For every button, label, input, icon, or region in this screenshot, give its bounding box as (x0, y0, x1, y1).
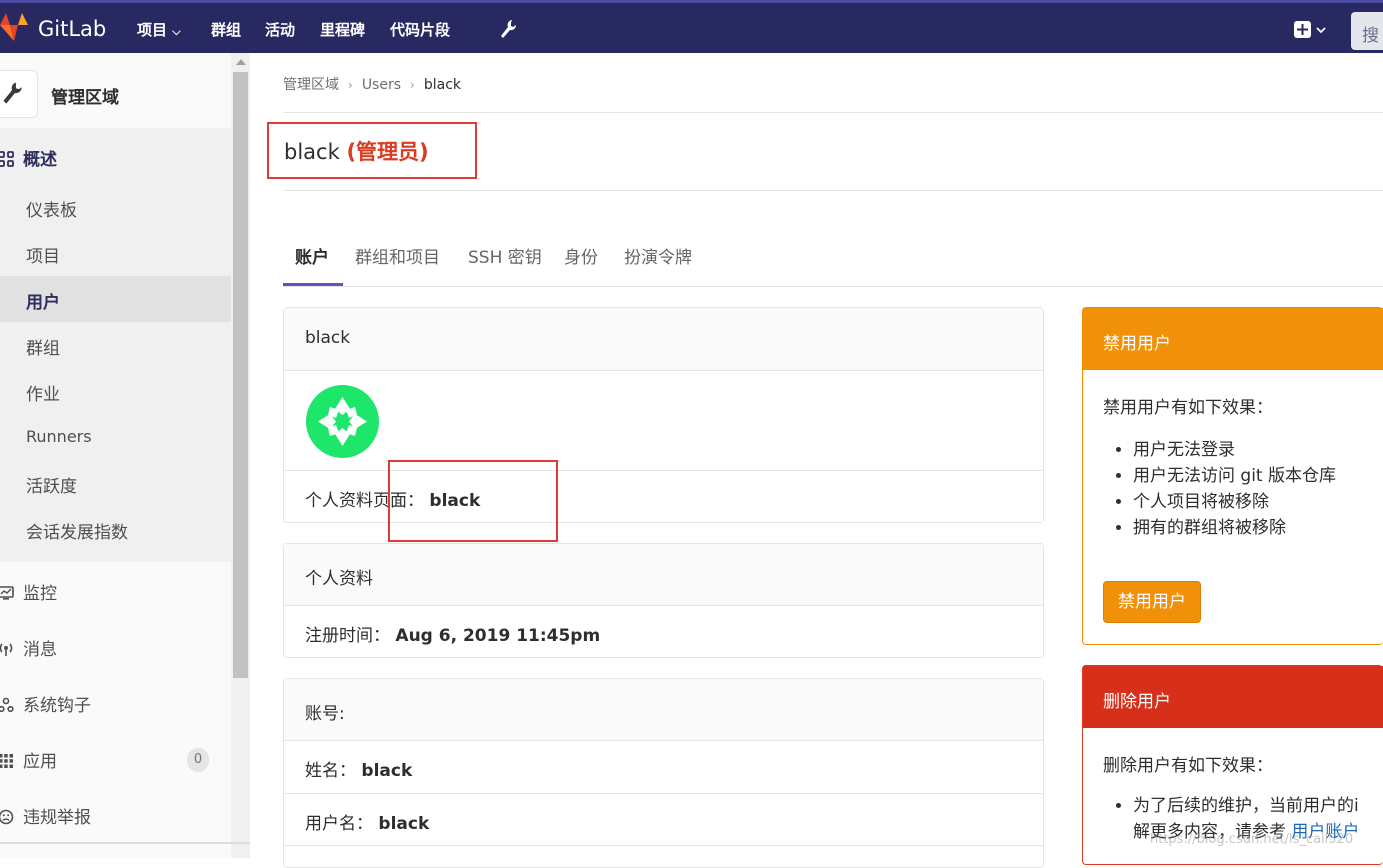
monitoring-label: 监控 (23, 584, 57, 604)
brand-name[interactable]: GitLab (38, 17, 106, 41)
tab-account[interactable]: 账户 (295, 243, 329, 268)
username-label: 用户名： (305, 814, 373, 834)
nav-projects[interactable]: 项目 ⌵ (137, 19, 181, 40)
scroll-up-arrow-icon[interactable] (236, 59, 246, 65)
block-effects-list: 用户无法登录 用户无法访问 git 版本仓库 个人项目将被移除 拥有的群组将被移… (1133, 437, 1383, 541)
sidebar-item-groups[interactable]: 群组 (26, 334, 60, 359)
username-row: 用户名： black (284, 793, 1043, 845)
breadcrumb-admin[interactable]: 管理区域 (283, 77, 339, 93)
chevron-down-icon: ⌵ (172, 25, 181, 38)
top-navbar: GitLab 项目 ⌵ 群组 活动 里程碑 代码片段 搜 (0, 0, 1383, 53)
account-info-header: 账号: (284, 679, 1043, 741)
messages-label: 消息 (23, 640, 57, 660)
gitlab-logo-icon[interactable] (0, 11, 28, 43)
breadcrumb-users[interactable]: Users (362, 77, 401, 93)
sidebar-item-applications[interactable]: 应用 (0, 747, 57, 772)
delete-user-body: 删除用户有如下效果： 为了后续的维护，当前用户的i解更多内容，请参考 用户账户 (1083, 728, 1383, 845)
overview-grid-icon (0, 151, 14, 167)
watermark: https://blog.csdn.net/ls_call520 (1150, 832, 1354, 847)
annotation-box (388, 460, 558, 542)
tab-identities[interactable]: 身份 (564, 243, 598, 268)
sidebar-item-dashboard[interactable]: 仪表板 (26, 196, 77, 221)
block-user-card: 禁用用户 禁用用户有如下效果： 用户无法登录 用户无法访问 git 版本仓库 个… (1082, 307, 1383, 645)
user-tabs: 账户 群组和项目 SSH 密钥 身份 扮演令牌 (283, 240, 1383, 287)
monitor-icon (0, 586, 14, 600)
frown-face-icon (0, 809, 14, 825)
account-info-card: 账号: 姓名： black 用户名： black (283, 678, 1044, 868)
nav-snippets[interactable]: 代码片段 (390, 19, 450, 40)
list-item: 用户无法访问 git 版本仓库 (1133, 463, 1383, 489)
nav-activity[interactable]: 活动 (265, 19, 295, 40)
list-item: 个人项目将被移除 (1133, 489, 1383, 515)
applications-label: 应用 (23, 752, 57, 772)
broadcast-icon (0, 643, 13, 656)
active-tab-indicator (283, 283, 343, 286)
registered-label: 注册时间： (305, 626, 390, 646)
sidebar-item-abuse-reports[interactable]: 违规举报 (0, 803, 91, 828)
sidebar: 管理区域 概述 仪表板 项目 用户 群组 作业 Runners 活跃度 会话发展… (0, 53, 231, 858)
profile-card-header: 个人资料 (284, 544, 1043, 606)
list-item: 用户无法登录 (1133, 437, 1383, 463)
plus-icon[interactable] (1292, 18, 1332, 42)
account-card-header: black (284, 308, 1043, 371)
sidebar-item-overview[interactable]: 概述 (0, 145, 57, 170)
sidebar-item-jobs[interactable]: 作业 (26, 380, 60, 405)
system-hooks-label: 系统钩子 (23, 696, 91, 716)
overview-label: 概述 (23, 150, 57, 170)
delete-user-header: 删除用户 (1083, 666, 1383, 728)
sidebar-title: 管理区域 (51, 88, 119, 108)
block-user-body: 禁用用户有如下效果： 用户无法登录 用户无法访问 git 版本仓库 个人项目将被… (1083, 370, 1383, 541)
block-user-header: 禁用用户 (1083, 308, 1383, 370)
chevron-right-icon: › (410, 78, 415, 92)
name-row: 姓名： black (284, 741, 1043, 793)
list-item: 拥有的群组将被移除 (1133, 515, 1383, 541)
apps-grid-icon (0, 754, 13, 768)
sidebar-item-monitoring[interactable]: 监控 (0, 579, 57, 604)
sidebar-item-messages[interactable]: 消息 (0, 635, 57, 660)
admin-area-icon (0, 70, 38, 118)
sidebar-item-activity[interactable]: 活跃度 (26, 472, 77, 497)
wrench-icon[interactable] (498, 18, 518, 40)
sidebar-header[interactable]: 管理区域 (0, 66, 231, 128)
divider (283, 190, 1383, 191)
breadcrumb-current[interactable]: black (424, 77, 461, 93)
delete-user-intro: 删除用户有如下效果： (1103, 756, 1273, 776)
next-row (284, 845, 1043, 867)
annotation-box (267, 122, 477, 179)
identicon-icon (318, 397, 367, 446)
tab-groups-projects[interactable]: 群组和项目 (355, 243, 440, 268)
abuse-reports-count-badge: 0 (187, 748, 209, 772)
user-avatar[interactable] (306, 385, 379, 458)
sidebar-item-system-hooks[interactable]: 系统钩子 (0, 691, 91, 716)
chevron-right-icon: › (348, 78, 353, 92)
name-value: black (361, 761, 413, 781)
breadcrumb: 管理区域 › Users › black (283, 74, 461, 94)
sidebar-item-projects[interactable]: 项目 (26, 242, 60, 267)
divider (283, 112, 1383, 113)
tab-ssh-keys[interactable]: SSH 密钥 (468, 243, 542, 268)
sidebar-scroll-thumb[interactable] (233, 72, 248, 678)
sidebar-divider (0, 842, 250, 844)
nav-milestones[interactable]: 里程碑 (320, 19, 365, 40)
search-input[interactable]: 搜 (1351, 12, 1383, 50)
sidebar-item-devops-score[interactable]: 会话发展指数 (26, 518, 128, 543)
profile-card: 个人资料 注册时间： Aug 6, 2019 11:45pm (283, 543, 1044, 658)
nav-groups[interactable]: 群组 (211, 19, 241, 40)
name-label: 姓名： (305, 761, 356, 781)
sidebar-item-users[interactable]: 用户 (26, 288, 60, 313)
registered-row: 注册时间： Aug 6, 2019 11:45pm (284, 606, 1043, 657)
block-user-button[interactable]: 禁用用户 (1103, 581, 1201, 623)
username-value: black (378, 814, 430, 834)
tab-impersonation-tokens[interactable]: 扮演令牌 (624, 243, 692, 268)
abuse-reports-label: 违规举报 (23, 808, 91, 828)
block-user-intro: 禁用用户有如下效果： (1103, 398, 1273, 418)
registered-value: Aug 6, 2019 11:45pm (395, 626, 601, 646)
delete-effect-text: 为了后续的维护，当前用户的i (1133, 796, 1359, 816)
hook-icon (0, 697, 14, 713)
sidebar-item-runners[interactable]: Runners (26, 427, 92, 446)
